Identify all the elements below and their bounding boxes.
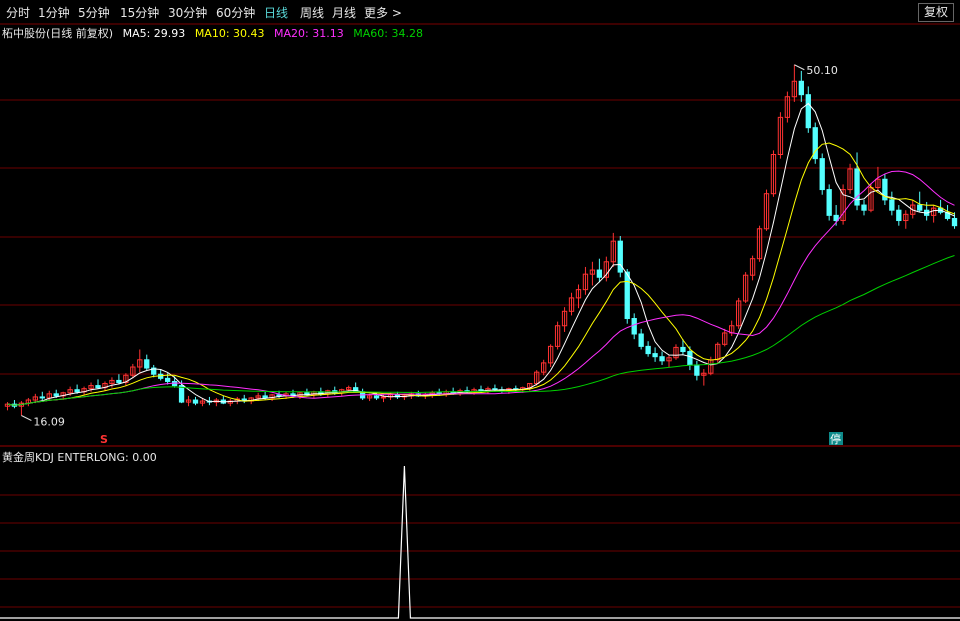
candle-body xyxy=(492,388,498,391)
candle-body xyxy=(652,353,658,358)
candle-body xyxy=(861,204,867,211)
indicator-line xyxy=(0,465,960,619)
candle-body xyxy=(694,364,700,376)
high-price-label: 50.10 xyxy=(806,64,838,77)
candle-body xyxy=(917,204,923,211)
candle-body xyxy=(896,209,902,222)
candle-body xyxy=(659,356,665,362)
candle-body xyxy=(39,396,45,399)
candle-body xyxy=(951,217,958,227)
candle-body xyxy=(805,94,811,129)
low-price-label: 16.09 xyxy=(33,415,65,428)
candle-body xyxy=(95,385,101,389)
candle-body xyxy=(74,389,80,393)
candle-body xyxy=(116,379,122,383)
candle-body xyxy=(192,399,199,404)
candle-body xyxy=(624,271,630,320)
candle-body xyxy=(373,395,380,399)
candle-body xyxy=(638,333,644,347)
candle-body xyxy=(276,394,282,397)
candle-body xyxy=(53,393,59,397)
indicator-label: 黄金周KDJ ENTERLONG: 0.00 xyxy=(2,451,157,464)
stop-badge-label: 停 xyxy=(830,432,841,446)
candle-body xyxy=(687,351,693,366)
kline-chart[interactable]: 50.10 16.09 S 停 xyxy=(0,0,960,621)
ma-line-ma5 xyxy=(7,102,955,406)
candle-body xyxy=(617,240,623,273)
candle-body xyxy=(819,158,825,191)
ma-line-ma60 xyxy=(7,255,955,406)
candle-body xyxy=(144,359,150,369)
sell-signal-marker: S xyxy=(100,433,108,446)
candle-body xyxy=(680,346,686,353)
candle-body xyxy=(262,395,268,399)
candle-body xyxy=(178,385,185,403)
candle-body xyxy=(645,345,651,355)
candle-body xyxy=(826,189,832,216)
candle-body xyxy=(798,80,804,96)
candle-body xyxy=(164,377,171,382)
ma-line-ma10 xyxy=(7,142,955,406)
high-marker-line xyxy=(794,64,805,71)
candle-body xyxy=(631,318,637,335)
candle-body xyxy=(889,199,895,211)
candle-body xyxy=(596,269,603,278)
low-marker-line xyxy=(21,415,32,421)
